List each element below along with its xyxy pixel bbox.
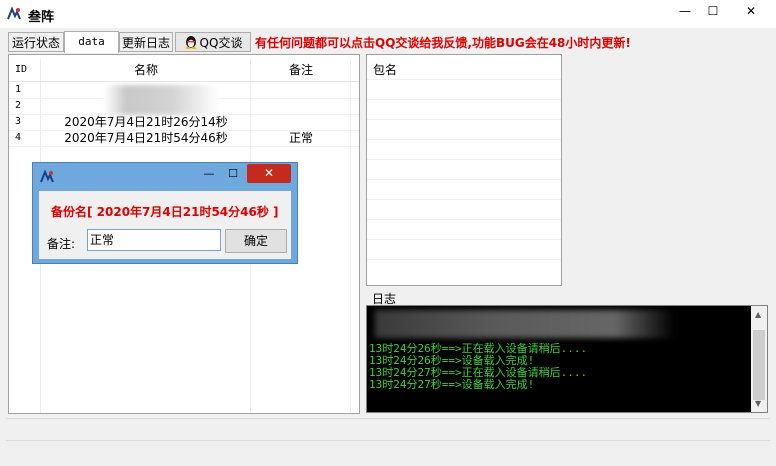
app-icon (7, 6, 21, 20)
maximize-button[interactable]: ☐ (698, 0, 728, 24)
dialog-maximize-button[interactable]: ☐ (221, 165, 245, 183)
redacted-region (375, 310, 675, 338)
column-header-note[interactable]: 备注 (251, 59, 351, 81)
log-line: 13时24分27秒==>设备载入完成! (369, 378, 535, 391)
backup-name-label: 备份名[ 2020年7月4日21时54分46秒 ] (51, 205, 279, 219)
note-input[interactable]: 正常 (87, 229, 221, 251)
cell-note: 正常 (288, 131, 313, 145)
cell-note (251, 98, 351, 114)
table-row[interactable]: 3 2020年7月4日21时26分14秒 (9, 114, 359, 131)
note-label: 备注: (47, 237, 76, 251)
cell-id: 3 (15, 116, 22, 127)
row-divider (367, 259, 561, 260)
confirm-button[interactable]: 确定 (225, 229, 287, 253)
cell-id: 2 (15, 100, 22, 111)
redacted-region (104, 85, 219, 115)
row-divider (367, 199, 561, 200)
tab-qq-label: QQ交谈 (199, 36, 243, 50)
column-header-id[interactable]: ID (15, 59, 41, 81)
cell-note (251, 82, 351, 98)
tab-data[interactable]: data (64, 31, 119, 53)
row-divider (367, 119, 561, 120)
row-divider (367, 159, 561, 160)
tab-update-log[interactable]: 更新日志 (119, 32, 173, 52)
tab-qq-chat[interactable]: QQ交谈 (175, 32, 251, 52)
scroll-down-icon[interactable]: ▼ (755, 399, 761, 408)
scroll-thumb[interactable] (753, 330, 765, 400)
title-bar: 叁阵 — ☐ ✕ (0, 0, 776, 28)
table-header: ID 名称 备注 (9, 59, 359, 82)
row-divider (367, 139, 561, 140)
feedback-notice: 有任何问题都可以点击QQ交谈给我反馈,功能BUG会在48小时内更新! (255, 36, 631, 50)
cell-id: 4 (15, 132, 22, 143)
table-row[interactable]: 4 2020年7月4日21时54分46秒 正常 (9, 130, 359, 147)
status-bar (6, 418, 770, 439)
row-divider (367, 99, 561, 100)
minimize-button[interactable]: — (670, 0, 700, 24)
package-list-header: 包名 (373, 63, 398, 77)
status-bar (6, 440, 770, 461)
tab-run-status[interactable]: 运行状态 (8, 32, 64, 52)
row-divider (367, 179, 561, 180)
package-list[interactable]: 包名 (366, 54, 562, 286)
dialog-body: 备份名[ 2020年7月4日21时54分46秒 ] 备注: 正常 确定 (39, 191, 291, 259)
cell-name: 2020年7月4日21时26分14秒 (64, 115, 228, 129)
column-header-name[interactable]: 名称 (41, 59, 251, 81)
row-divider (367, 239, 561, 240)
cell-id: 1 (15, 84, 22, 95)
close-button[interactable]: ✕ (726, 0, 776, 24)
log-scrollbar[interactable]: ▲ ▼ (751, 306, 767, 412)
scroll-up-icon[interactable]: ▲ (755, 310, 761, 319)
qq-penguin-icon (185, 36, 197, 49)
window-title: 叁阵 (28, 10, 55, 25)
row-divider (367, 79, 561, 80)
dialog-close-button[interactable]: ✕ (247, 164, 291, 183)
log-console[interactable]: 13时24分26秒==>正在载入设备请稍后.... 13时24分26秒==>设备… (366, 305, 768, 413)
backup-dialog: — ☐ ✕ 备份名[ 2020年7月4日21时54分46秒 ] 备注: 正常 确… (32, 162, 298, 264)
app-icon (40, 169, 54, 183)
cell-note (251, 114, 351, 130)
row-divider (367, 219, 561, 220)
cell-name: 2020年7月4日21时54分46秒 (64, 131, 228, 145)
dialog-minimize-button[interactable]: — (197, 165, 221, 183)
